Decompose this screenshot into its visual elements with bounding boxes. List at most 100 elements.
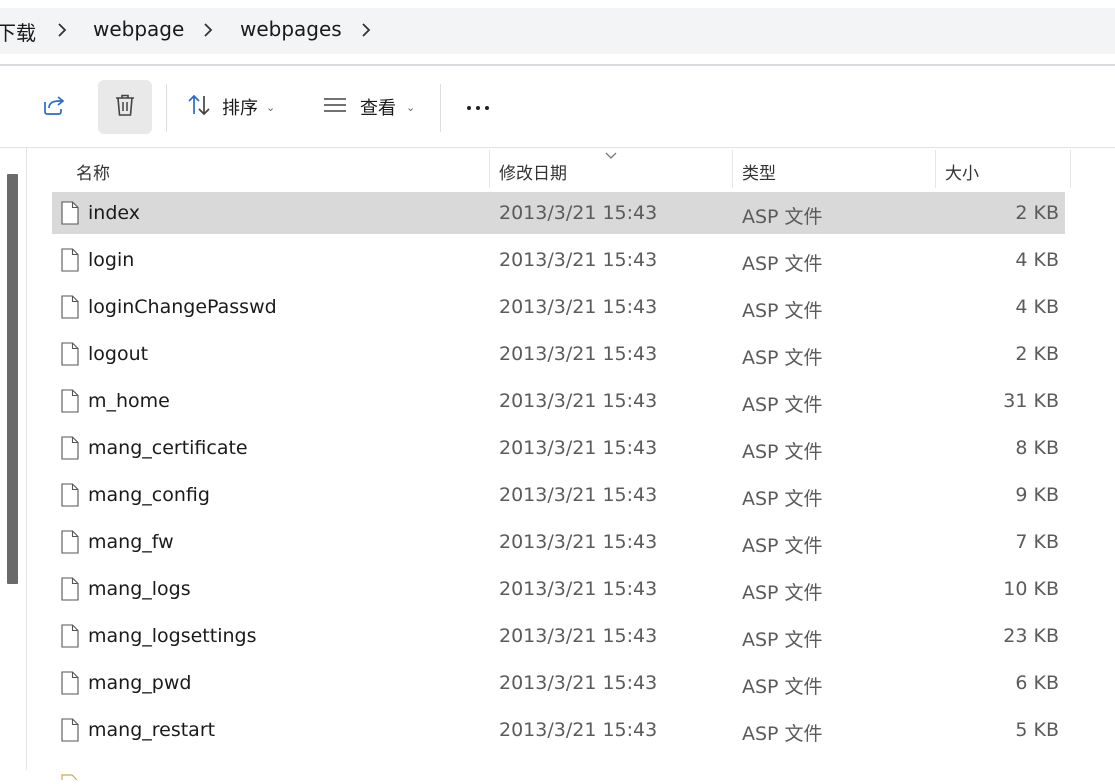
file-size: 31 KB — [1003, 390, 1059, 412]
more-options-button[interactable] — [458, 88, 498, 128]
file-name[interactable]: loginChangePasswd — [88, 296, 277, 318]
file-icon — [61, 201, 79, 225]
file-name[interactable]: mang_fw — [88, 531, 174, 553]
file-type: ASP 文件 — [742, 582, 823, 604]
file-row[interactable]: mang_pwd 2013/3/21 15:43 ASP 文件 6 KB — [52, 660, 1066, 707]
file-row[interactable]: login 2013/3/21 15:43 ASP 文件 4 KB — [52, 237, 1066, 284]
file-date: 2013/3/21 15:43 — [499, 437, 658, 459]
file-icon — [61, 248, 79, 272]
share-icon — [41, 93, 67, 121]
file-size: 9 KB — [1015, 484, 1059, 506]
file-row[interactable]: m_home 2013/3/21 15:43 ASP 文件 31 KB — [52, 378, 1066, 425]
view-icon — [322, 95, 348, 119]
file-icon — [61, 624, 79, 648]
view-label: 查看 — [360, 98, 396, 119]
sort-label: 排序 — [222, 98, 258, 119]
column-divider[interactable] — [1070, 150, 1071, 188]
file-icon — [61, 577, 79, 601]
file-icon — [61, 342, 79, 366]
delete-button[interactable] — [98, 80, 152, 134]
file-row[interactable]: mang_fw 2013/3/21 15:43 ASP 文件 7 KB — [52, 519, 1066, 566]
column-header-type[interactable]: 类型 — [733, 148, 934, 190]
file-date: 2013/3/21 15:43 — [499, 672, 658, 694]
column-header-name[interactable]: 名称 — [52, 148, 489, 190]
file-date: 2013/3/21 15:43 — [499, 296, 658, 318]
file-icon — [61, 436, 79, 460]
file-type: ASP 文件 — [742, 347, 823, 369]
breadcrumb-item-downloads[interactable]: 下载 — [0, 17, 36, 46]
file-size: 7 KB — [1015, 531, 1059, 553]
chevron-down-icon: ⌄ — [406, 100, 416, 114]
file-size: 8 KB — [1015, 437, 1059, 459]
chevron-down-icon: ⌄ — [266, 100, 276, 114]
file-date: 2013/3/21 15:43 — [499, 202, 658, 224]
file-name[interactable]: m_home — [88, 390, 170, 412]
file-icon — [61, 530, 79, 554]
file-name[interactable]: mang_logsettings — [88, 625, 257, 647]
file-type: ASP 文件 — [742, 676, 823, 698]
file-row[interactable]: loginChangePasswd 2013/3/21 15:43 ASP 文件 4 … — [52, 284, 1066, 331]
file-size: 2 KB — [1015, 202, 1059, 224]
file-row[interactable]: mang_restart 2013/3/21 15:43 ASP 文件 5 KB — [52, 707, 1066, 754]
more-icon — [465, 106, 492, 110]
view-button[interactable]: 查看 ⌄ — [322, 86, 415, 128]
chevron-right-icon[interactable] — [54, 21, 70, 39]
file-icon — [61, 483, 79, 507]
file-icon — [61, 389, 79, 413]
file-name[interactable]: login — [88, 249, 134, 271]
file-name[interactable]: mang_certificate — [88, 437, 248, 459]
file-row[interactable]: mang_config 2013/3/21 15:43 ASP 文件 9 KB — [52, 472, 1066, 519]
share-button[interactable] — [30, 82, 78, 132]
breadcrumb-item-webpages[interactable]: webpages — [240, 17, 342, 41]
file-type: ASP 文件 — [742, 300, 823, 322]
breadcrumb-item-webpage[interactable]: webpage — [93, 17, 184, 41]
file-date: 2013/3/21 15:43 — [499, 531, 658, 553]
file-type: ASP 文件 — [742, 394, 823, 416]
file-type: ASP 文件 — [742, 723, 823, 745]
file-type: ASP 文件 — [742, 535, 823, 557]
file-date: 2013/3/21 15:43 — [499, 343, 658, 365]
file-icon — [61, 671, 79, 695]
file-size: 4 KB — [1015, 249, 1059, 271]
file-date: 2013/3/21 15:43 — [499, 578, 658, 600]
navigation-scrollbar[interactable] — [7, 174, 18, 584]
column-header-size[interactable]: 大小 — [936, 148, 1070, 190]
file-icon — [61, 765, 79, 781]
file-icon — [61, 295, 79, 319]
file-size: 2 KB — [1015, 343, 1059, 365]
column-header-type-label: 类型 — [742, 164, 776, 184]
file-type: ASP 文件 — [742, 629, 823, 651]
file-size: 6 KB — [1015, 672, 1059, 694]
file-name[interactable]: logout — [88, 343, 148, 365]
file-row[interactable]: logout 2013/3/21 15:43 ASP 文件 2 KB — [52, 331, 1066, 378]
file-row[interactable]: mang_logs 2013/3/21 15:43 ASP 文件 10 KB — [52, 566, 1066, 613]
sort-icon — [186, 93, 212, 121]
column-header-name-label: 名称 — [76, 164, 110, 184]
file-date: 2013/3/21 15:43 — [499, 484, 658, 506]
file-size: 23 KB — [1003, 625, 1059, 647]
file-name[interactable]: mang_pwd — [88, 672, 191, 694]
file-list: index 2013/3/21 15:43 ASP 文件 2 KB login 2013/… — [52, 190, 1066, 754]
file-date: 2013/3/21 15:43 — [499, 390, 658, 412]
chevron-right-icon[interactable] — [358, 21, 374, 39]
file-type: ASP 文件 — [742, 488, 823, 510]
command-toolbar: 排序 ⌄ 查看 ⌄ — [0, 66, 1115, 148]
file-row[interactable]: index 2013/3/21 15:43 ASP 文件 2 KB — [52, 190, 1066, 237]
toolbar-separator — [440, 84, 441, 132]
file-row[interactable]: mang_certificate 2013/3/21 15:43 ASP 文件 8 K… — [52, 425, 1066, 472]
file-name[interactable]: mang_config — [88, 484, 210, 506]
column-header-date-label: 修改日期 — [499, 164, 567, 184]
pane-divider[interactable] — [26, 148, 27, 770]
file-name[interactable]: index — [88, 202, 140, 224]
file-size: 5 KB — [1015, 719, 1059, 741]
file-row[interactable]: mang_logsettings 2013/3/21 15:43 ASP 文件 23 … — [52, 613, 1066, 660]
chevron-right-icon[interactable] — [200, 21, 216, 39]
file-name[interactable]: mang_logs — [88, 578, 191, 600]
file-name[interactable]: mang_restart — [88, 719, 215, 741]
sort-descending-icon — [604, 146, 618, 159]
file-size: 10 KB — [1003, 578, 1059, 600]
file-date: 2013/3/21 15:43 — [499, 625, 658, 647]
file-type: ASP 文件 — [742, 206, 823, 228]
file-size: 4 KB — [1015, 296, 1059, 318]
sort-button[interactable]: 排序 ⌄ — [186, 86, 275, 128]
